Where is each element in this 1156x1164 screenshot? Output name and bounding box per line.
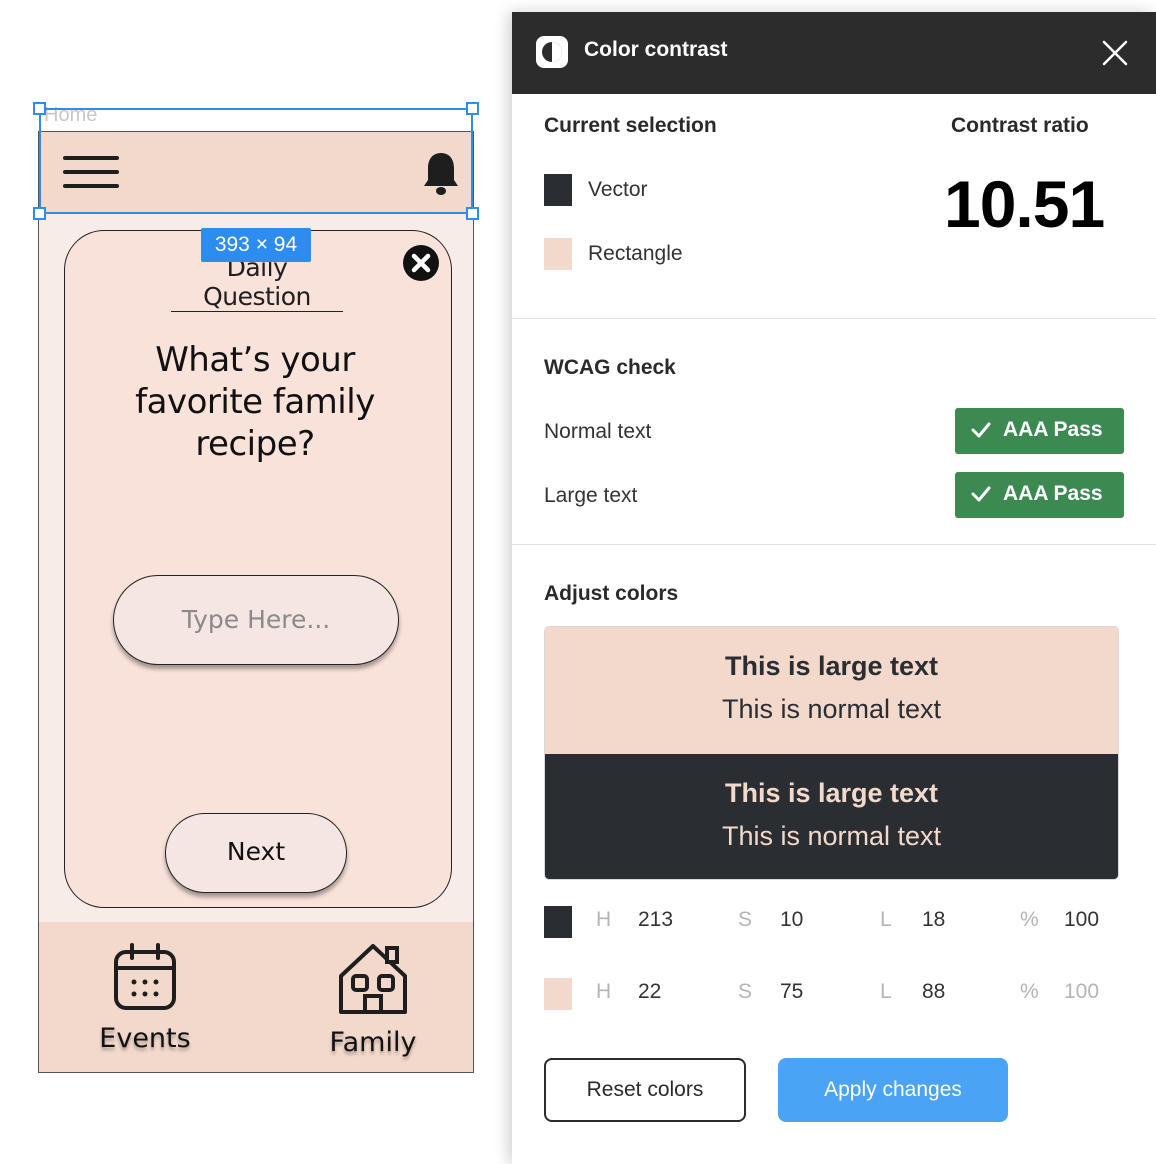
next-button[interactable]: Next [165, 813, 347, 893]
rectangle-color-swatch[interactable] [544, 238, 572, 270]
lightness-key: L [880, 908, 892, 931]
saturation-input[interactable]: 75 [780, 980, 803, 1004]
house-icon [339, 944, 407, 1014]
opacity-key: % [1020, 908, 1039, 931]
bell-icon[interactable] [421, 150, 461, 198]
lightness-input[interactable]: 18 [922, 908, 945, 932]
saturation-key: S [738, 908, 753, 931]
panel-title: Color contrast [584, 38, 728, 61]
wcag-heading: WCAG check [544, 356, 676, 379]
normal-text-label: Normal text [544, 420, 652, 443]
lightness-input[interactable]: 88 [922, 980, 945, 1004]
preview-light-large-text: This is large text [724, 651, 939, 681]
checkmark-icon [971, 486, 991, 502]
layer-name-rectangle: Rectangle [588, 242, 683, 265]
vector-color-swatch[interactable] [544, 174, 572, 206]
current-selection-heading: Current selection [544, 114, 717, 137]
contrast-logo-icon [536, 36, 568, 68]
contrast-ratio-value: 10.51 [944, 167, 1105, 241]
calendar-icon [114, 943, 176, 1010]
vector-color-swatch[interactable] [544, 906, 572, 938]
hue-key: H [596, 908, 612, 931]
divider [512, 544, 1156, 545]
normal-text-pass-badge: AAA Pass [955, 408, 1124, 454]
frame-label[interactable]: Home [44, 104, 97, 127]
preview-light-normal-text: This is normal text [721, 694, 942, 724]
layer-name-vector: Vector [588, 178, 648, 201]
hsl-row-rectangle: H 22 S 75 L 88 % 100 [512, 978, 1156, 1014]
hue-key: H [596, 980, 612, 1003]
checkmark-icon [971, 422, 991, 438]
hamburger-menu-icon[interactable] [63, 156, 119, 190]
close-icon[interactable] [1102, 40, 1128, 66]
preview-light: This is large text This is normal text [545, 627, 1118, 754]
rectangle-color-swatch[interactable] [544, 978, 572, 1010]
contrast-preview: This is large text This is normal text T… [544, 626, 1119, 880]
preview-dark-large-text: This is large text [724, 778, 939, 808]
large-text-pass-badge: AAA Pass [955, 472, 1124, 518]
saturation-key: S [738, 980, 753, 1003]
phone-header[interactable] [39, 132, 473, 214]
color-contrast-panel: Color contrast Current selection Contras… [512, 12, 1156, 1164]
preview-dark: This is large text This is normal text [545, 754, 1118, 879]
saturation-input[interactable]: 10 [780, 908, 803, 932]
hsl-row-vector: H 213 S 10 L 18 % 100 [512, 906, 1156, 942]
selection-size-badge: 393 × 94 [201, 228, 311, 262]
hue-input[interactable]: 22 [638, 980, 661, 1004]
nav-item-events[interactable]: Events [65, 942, 225, 1054]
panel-header: Color contrast [512, 12, 1156, 94]
resize-handle-top-right[interactable] [466, 102, 479, 115]
normal-text-result: AAA Pass [1003, 418, 1103, 441]
apply-changes-button[interactable]: Apply changes [778, 1058, 1008, 1122]
daily-question-card[interactable]: Daily Question What’s your favorite fami… [64, 230, 452, 908]
nav-item-family[interactable]: Family [293, 942, 453, 1058]
question-text: What’s your favorite family recipe? [135, 340, 375, 464]
reset-colors-button[interactable]: Reset colors [544, 1058, 746, 1122]
opacity-key: % [1020, 980, 1039, 1003]
nav-events-label: Events [99, 1023, 191, 1054]
contrast-ratio-heading: Contrast ratio [951, 114, 1089, 137]
divider [512, 318, 1156, 319]
nav-family-label: Family [329, 1027, 417, 1058]
preview-dark-normal-text: This is normal text [721, 821, 942, 851]
large-text-result: AAA Pass [1003, 482, 1103, 505]
lightness-key: L [880, 980, 892, 1003]
close-icon[interactable] [403, 245, 439, 281]
answer-input[interactable]: Type Here... [113, 575, 399, 665]
hue-input[interactable]: 213 [638, 908, 673, 932]
large-text-label: Large text [544, 484, 638, 507]
bottom-nav: Events Family [39, 922, 473, 1072]
opacity-input[interactable]: 100 [1064, 908, 1099, 932]
adjust-colors-heading: Adjust colors [544, 582, 679, 605]
opacity-input[interactable]: 100 [1064, 980, 1099, 1004]
